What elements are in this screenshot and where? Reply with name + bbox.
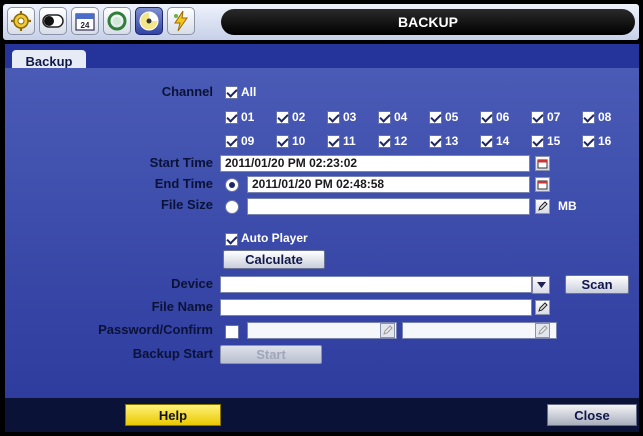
- device-select[interactable]: [220, 276, 532, 293]
- channel-checkbox-09[interactable]: [225, 135, 238, 148]
- toggle-icon[interactable]: [39, 7, 67, 35]
- file-name-label: File Name: [151, 299, 213, 314]
- file-name-edit-icon[interactable]: [535, 300, 550, 315]
- channel-label-06: 06: [496, 110, 510, 124]
- password-checkbox[interactable]: [225, 325, 239, 339]
- file-size-edit-icon[interactable]: [535, 199, 550, 214]
- top-toolbar: 24 BACKUP: [3, 4, 639, 40]
- calculate-button[interactable]: Calculate: [223, 250, 325, 269]
- channel-checkbox-10[interactable]: [276, 135, 289, 148]
- start-time-field[interactable]: 2011/01/20 PM 02:23:02: [220, 155, 530, 172]
- calendar-icon-text: 24: [81, 21, 90, 30]
- close-button[interactable]: Close: [547, 404, 637, 426]
- backup-panel: Channel All Start Time 2011/01/20 PM 02:…: [5, 68, 639, 398]
- channel-checkbox-15[interactable]: [531, 135, 544, 148]
- channel-checkbox-04[interactable]: [378, 111, 391, 124]
- bottom-bar: [5, 398, 639, 432]
- help-button[interactable]: Help: [125, 404, 221, 426]
- calendar-icon[interactable]: 24: [71, 7, 99, 35]
- start-time-label: Start Time: [149, 155, 213, 170]
- channel-checkbox-14[interactable]: [480, 135, 493, 148]
- channel-checkbox-16[interactable]: [582, 135, 595, 148]
- channel-checkbox-08[interactable]: [582, 111, 595, 124]
- backup-window: 24 BACKUP Backup Channel All Start Time …: [0, 0, 643, 436]
- channel-label-11: 11: [343, 134, 356, 148]
- channel-label-13: 13: [445, 134, 459, 148]
- channel-label-07: 07: [547, 110, 561, 124]
- end-time-radio[interactable]: [225, 178, 239, 192]
- password-label: Password/Confirm: [98, 322, 213, 337]
- auto-player-label: Auto Player: [241, 231, 308, 245]
- channel-label-14: 14: [496, 134, 510, 148]
- channel-checkbox-07[interactable]: [531, 111, 544, 124]
- end-time-field[interactable]: 2011/01/20 PM 02:48:58: [247, 176, 530, 193]
- search-icon[interactable]: [103, 7, 131, 35]
- channel-label-10: 10: [292, 134, 306, 148]
- channel-checkbox-11[interactable]: [327, 135, 340, 148]
- password-edit-icon[interactable]: [380, 323, 395, 338]
- window-title: BACKUP: [221, 9, 635, 35]
- channel-label-15: 15: [547, 134, 561, 148]
- channel-checkbox-02[interactable]: [276, 111, 289, 124]
- channel-all-label: All: [241, 85, 257, 99]
- password-field[interactable]: [247, 322, 397, 339]
- channel-label-12: 12: [394, 134, 408, 148]
- channel-checkbox-13[interactable]: [429, 135, 442, 148]
- confirm-password-field[interactable]: [402, 322, 557, 339]
- channel-label-05: 05: [445, 110, 459, 124]
- channel-all-checkbox[interactable]: [225, 86, 238, 99]
- channel-label-04: 04: [394, 110, 408, 124]
- backup-start-label: Backup Start: [132, 346, 213, 361]
- channel-checkbox-12[interactable]: [378, 135, 391, 148]
- scan-button[interactable]: Scan: [565, 275, 629, 294]
- channel-checkbox-03[interactable]: [327, 111, 340, 124]
- file-name-field[interactable]: [220, 299, 532, 316]
- end-time-label: End Time: [154, 176, 213, 191]
- disc-icon[interactable]: [135, 7, 163, 35]
- channel-label-16: 16: [598, 134, 612, 148]
- file-size-field[interactable]: [247, 198, 530, 215]
- channel-checkbox-01[interactable]: [225, 111, 238, 124]
- auto-player-checkbox[interactable]: [225, 233, 238, 246]
- end-time-calendar-icon[interactable]: [535, 177, 550, 192]
- confirm-password-edit-icon[interactable]: [535, 323, 550, 338]
- start-button[interactable]: Start: [220, 345, 322, 364]
- channel-checkbox-05[interactable]: [429, 111, 442, 124]
- file-size-radio[interactable]: [225, 200, 239, 214]
- device-dropdown-arrow-icon[interactable]: [532, 276, 550, 294]
- channel-checkbox-06[interactable]: [480, 111, 493, 124]
- channel-label-03: 03: [343, 110, 357, 124]
- tab-strip: [5, 44, 639, 68]
- file-size-unit: MB: [558, 199, 577, 213]
- channel-label-08: 08: [598, 110, 612, 124]
- gear-icon[interactable]: [7, 7, 35, 35]
- device-label: Device: [171, 276, 213, 291]
- start-time-calendar-icon[interactable]: [535, 156, 550, 171]
- channel-label-01: 01: [241, 110, 255, 124]
- channel-label-02: 02: [292, 110, 306, 124]
- channel-label-09: 09: [241, 134, 255, 148]
- lightning-icon[interactable]: [167, 7, 195, 35]
- file-size-label: File Size: [160, 197, 213, 212]
- channel-label: Channel: [161, 84, 213, 99]
